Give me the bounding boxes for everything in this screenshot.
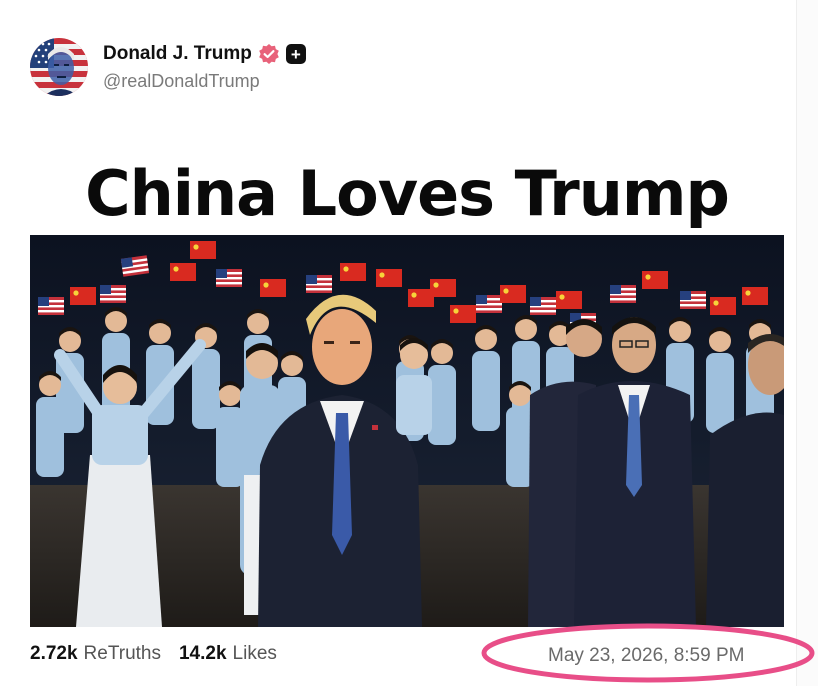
post-timestamp[interactable]: May 23, 2026, 8:59 PM bbox=[548, 645, 744, 667]
likes-count[interactable]: 14.2k Likes bbox=[179, 643, 277, 665]
author-name-row: Donald J. Trump + bbox=[103, 40, 306, 68]
plus-icon[interactable]: + bbox=[285, 44, 306, 64]
image-caption-text: China Loves Trump bbox=[85, 156, 730, 230]
image-caption-banner: China Loves Trump bbox=[30, 151, 784, 235]
retruths-value: 2.72k bbox=[30, 643, 78, 664]
avatar-portrait-image bbox=[30, 38, 88, 96]
crowd-photo-image bbox=[30, 235, 784, 627]
author-handle[interactable]: @realDonaldTrump bbox=[103, 71, 260, 92]
retruths-count[interactable]: 2.72k ReTruths bbox=[30, 643, 161, 665]
post-card: Donald J. Trump + @realDonaldTrump China… bbox=[0, 0, 818, 686]
likes-label: Likes bbox=[232, 643, 277, 664]
display-name[interactable]: Donald J. Trump bbox=[103, 43, 252, 65]
page-gutter bbox=[796, 0, 818, 686]
post-stats: 2.72k ReTruths 14.2k Likes bbox=[30, 643, 277, 665]
verified-badge-icon bbox=[258, 43, 280, 65]
likes-value: 14.2k bbox=[178, 643, 227, 664]
post-media[interactable]: China Loves Trump bbox=[30, 151, 784, 627]
retruths-label: ReTruths bbox=[83, 643, 161, 664]
avatar[interactable] bbox=[30, 38, 88, 96]
